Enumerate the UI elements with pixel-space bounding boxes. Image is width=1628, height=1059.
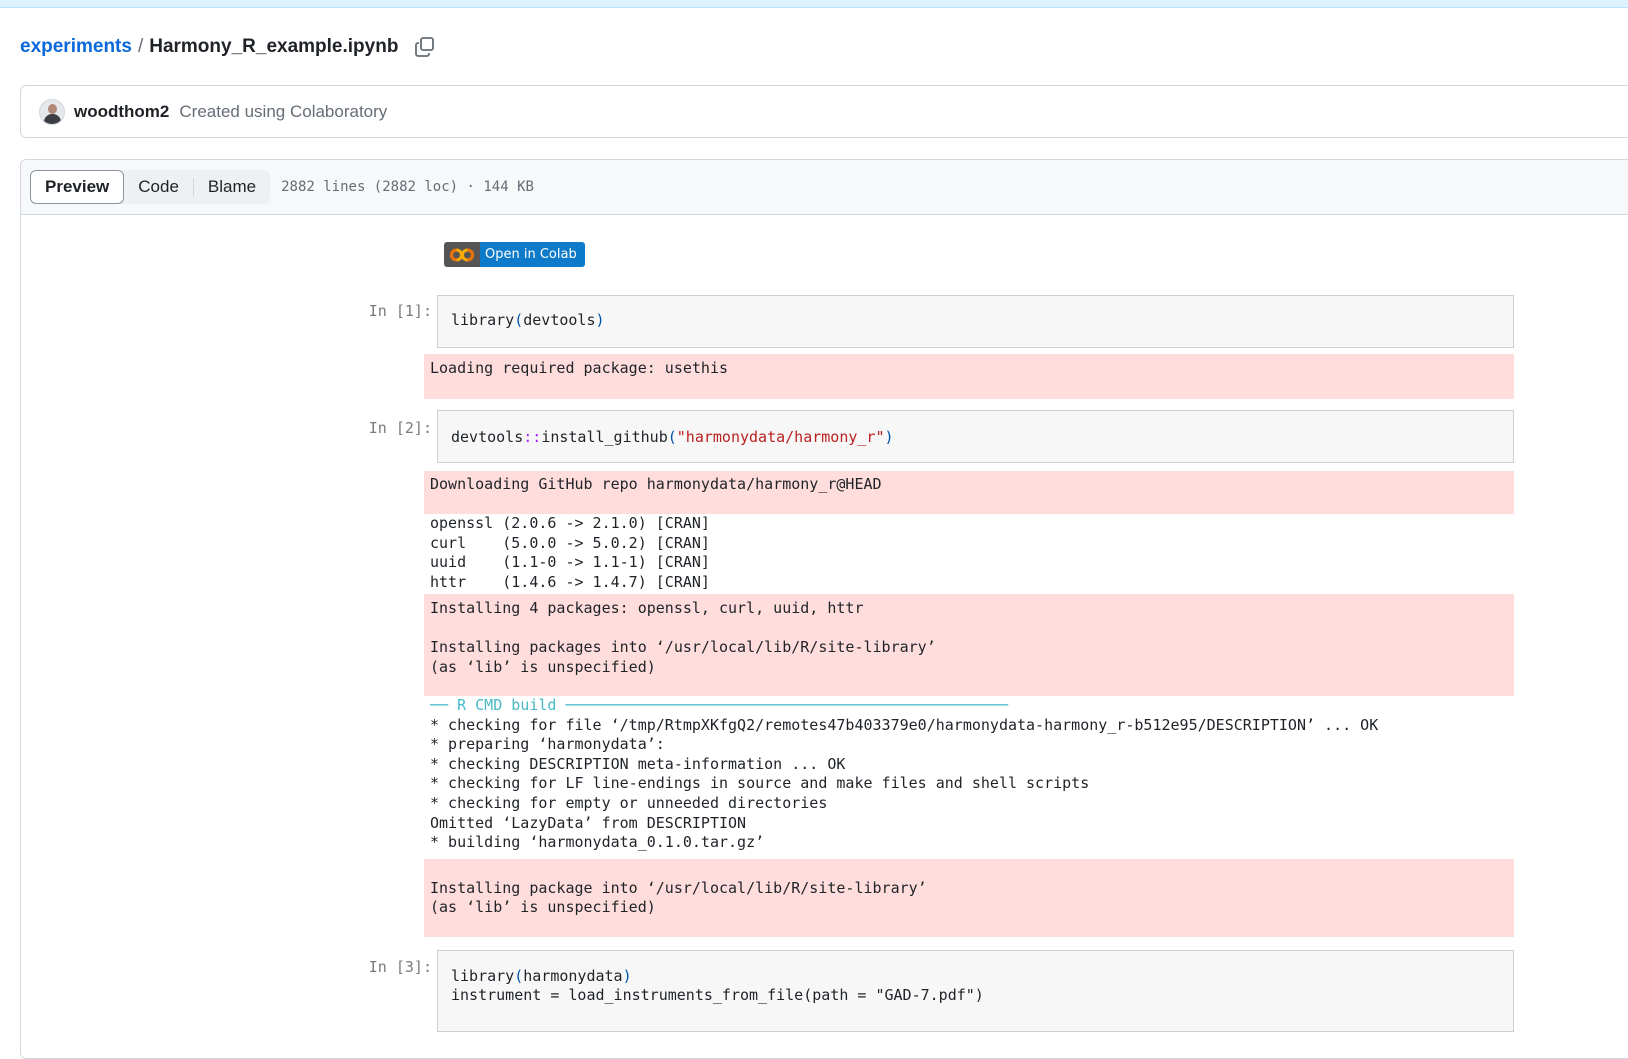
breadcrumb-file-name: Harmony_R_example.ipynb xyxy=(149,36,399,57)
build-log-output: ── R CMD build ─────────────────────────… xyxy=(424,696,1524,853)
open-in-colab-badge[interactable]: Open in Colab xyxy=(444,242,585,267)
code-cell[interactable]: library(harmonydata) instrument = load_i… xyxy=(437,950,1514,1032)
cell-prompt: In [1]: xyxy=(368,302,432,320)
file-box-left-border xyxy=(20,213,21,1033)
copy-path-icon[interactable] xyxy=(414,36,436,58)
code-function: library xyxy=(451,967,515,985)
code-paren: ( xyxy=(514,967,524,985)
file-meta: 2882 lines (2882 loc) · 144 KB xyxy=(281,179,534,195)
code-cell[interactable]: library(devtools) xyxy=(437,295,1514,348)
commit-message[interactable]: Created using Colaboratory xyxy=(179,102,387,122)
code-line: instrument = load_instruments_from_file(… xyxy=(451,986,984,1004)
latest-commit-box: woodthom2 Created using Colaboratory c xyxy=(20,85,1628,138)
code-operator: :: xyxy=(523,428,542,446)
code-paren: ) xyxy=(595,311,605,329)
stderr-output: Downloading GitHub repo harmonydata/harm… xyxy=(424,471,1514,514)
stderr-output: Installing 4 packages: openssl, curl, uu… xyxy=(424,594,1514,696)
code-argument: harmonydata xyxy=(523,967,623,985)
tab-blame[interactable]: Blame xyxy=(194,170,270,204)
commit-author[interactable]: woodthom2 xyxy=(74,102,169,122)
code-namespace: devtools xyxy=(451,428,524,446)
cell-prompt: In [3]: xyxy=(368,958,432,976)
code-cell[interactable]: devtools::install_github("harmonydata/ha… xyxy=(437,410,1514,463)
breadcrumb-separator: / xyxy=(137,36,144,57)
code-paren: ( xyxy=(667,428,677,446)
file-header: Preview Code Blame 2882 lines (2882 loc)… xyxy=(21,160,1628,215)
colab-badge-label: Open in Colab xyxy=(480,242,585,267)
code-function: library xyxy=(451,311,515,329)
code-function: install_github xyxy=(541,428,668,446)
colab-logo-icon xyxy=(444,242,480,267)
code-paren: ( xyxy=(514,311,524,329)
tab-preview[interactable]: Preview xyxy=(30,170,125,204)
code-paren: ) xyxy=(622,967,632,985)
top-banner xyxy=(0,0,1628,8)
stderr-output: Loading required package: usethis xyxy=(424,354,1514,399)
cell-prompt: In [2]: xyxy=(368,419,432,437)
code-string: "harmonydata/harmony_r" xyxy=(676,428,885,446)
breadcrumb-repo-link[interactable]: experiments xyxy=(20,36,132,58)
code-paren: ) xyxy=(884,428,894,446)
build-rule-line: ── R CMD build ─────────────────────────… xyxy=(430,696,1008,714)
avatar[interactable] xyxy=(39,98,65,125)
tab-code[interactable]: Code xyxy=(124,170,193,204)
code-argument: devtools xyxy=(523,311,596,329)
breadcrumb: experiments / Harmony_R_example.ipynb xyxy=(20,34,436,60)
stderr-output: Installing package into ‘/usr/local/lib/… xyxy=(424,859,1514,937)
build-log-text: * checking for file ‘/tmp/RtmpXKfgQ2/rem… xyxy=(430,715,1379,852)
stdout-output: openssl (2.0.6 -> 2.1.0) [CRAN] curl (5.… xyxy=(430,514,710,591)
view-mode-segmented-control: Preview Code Blame xyxy=(30,170,271,204)
